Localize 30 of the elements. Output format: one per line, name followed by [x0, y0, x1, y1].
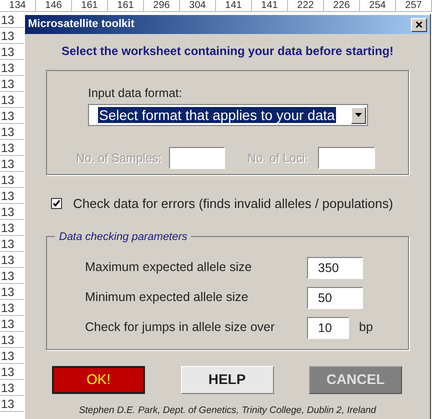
parameter-label: Maximum expected allele size: [85, 259, 253, 276]
spreadsheet-cell: 257: [396, 0, 432, 11]
instruction-heading: Select the worksheet containing your data before starting!: [60, 43, 395, 60]
spreadsheet-cell: 141: [216, 0, 252, 11]
parameter-input[interactable]: 10: [307, 316, 349, 338]
spreadsheet-cell: 141: [252, 0, 288, 11]
ok-button[interactable]: OK!: [52, 366, 145, 394]
spreadsheet-cell: 161: [108, 0, 144, 11]
error-check-checkbox[interactable]: [51, 198, 62, 210]
field-label: Input data format:: [88, 85, 184, 102]
spreadsheet-cell: 296: [144, 0, 180, 11]
help-button[interactable]: HELP: [180, 366, 274, 394]
spreadsheet-cell: 134: [0, 0, 36, 11]
spreadsheet-cell: 161: [72, 0, 108, 11]
spreadsheet-cell: 146: [36, 0, 72, 11]
unit-label: bp: [359, 319, 373, 336]
loci-input[interactable]: [318, 147, 376, 169]
spreadsheet-cell: 226: [324, 0, 360, 11]
checkbox-label: Check data for errors (finds invalid alleles / populations): [73, 195, 394, 213]
parameter-input[interactable]: 50: [307, 286, 363, 308]
window-title: Microsatellite toolkit: [28, 17, 134, 32]
close-button[interactable]: ×: [411, 18, 427, 32]
spreadsheet-cell: 222: [288, 0, 324, 11]
spreadsheet-cell: 304: [180, 0, 216, 11]
parameter-label: Check for jumps in allele size over: [85, 319, 276, 336]
parameter-label: Minimum expected allele size: [85, 289, 250, 306]
samples-input[interactable]: [169, 147, 226, 169]
credit-text: Stephen D.E. Park, Dept. of Genetics, Trinity College, Dublin 2, Ireland: [78, 404, 378, 418]
spreadsheet-cell: 254: [360, 0, 396, 11]
parameter-input[interactable]: 350: [307, 256, 363, 278]
